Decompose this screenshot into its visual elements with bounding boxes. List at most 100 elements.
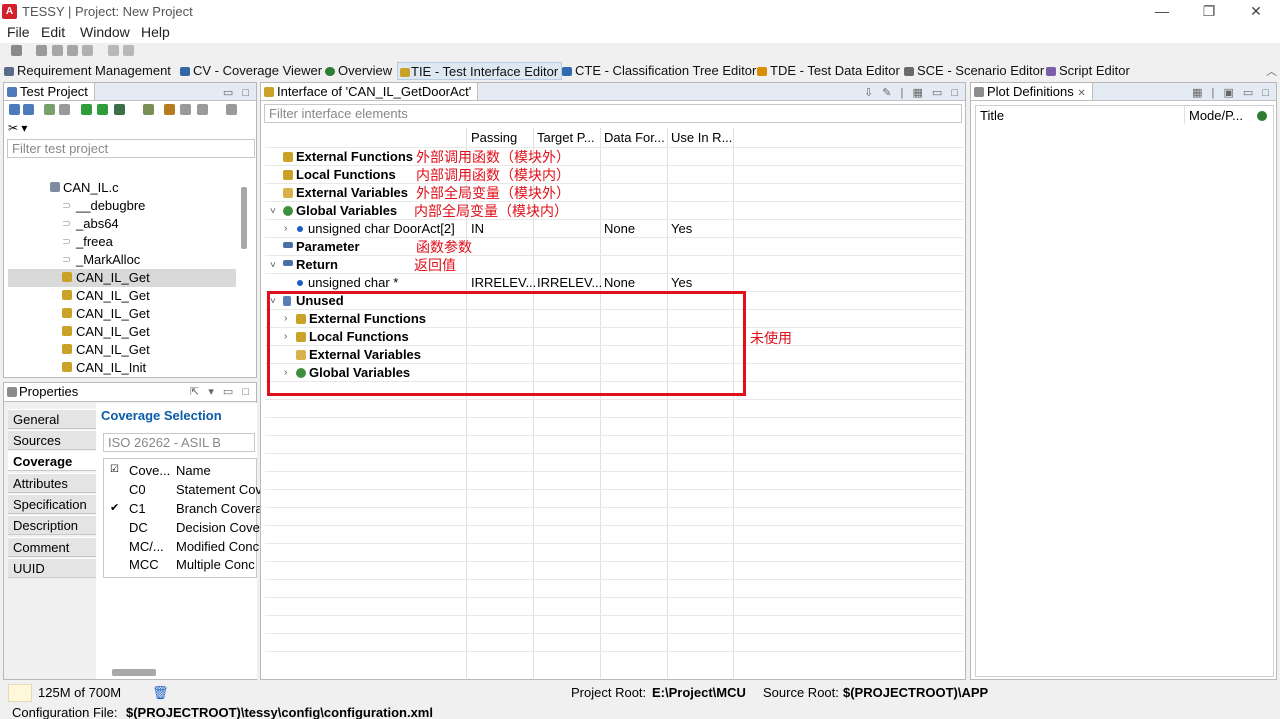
- tab-attributes[interactable]: Attributes: [8, 473, 96, 493]
- close-tab-icon[interactable]: ✕: [1077, 88, 1085, 99]
- perspective-scenario-editor[interactable]: SCE - Scenario Editor: [904, 62, 1044, 80]
- refresh-icon[interactable]: [59, 104, 70, 115]
- row-name: Decision Cove: [176, 520, 260, 535]
- perspective-requirement-management[interactable]: Requirement Management: [4, 62, 171, 80]
- tab-plot-definitions[interactable]: Plot Definitions ✕: [971, 83, 1093, 100]
- collapse-icon[interactable]: ˅: [270, 260, 276, 271]
- grid-line: [265, 165, 963, 166]
- tab-test-project[interactable]: Test Project: [4, 83, 95, 100]
- properties-panel: Properties ⇱ ▾ ▭ □ General Sources Cover…: [3, 382, 263, 680]
- copy-icon[interactable]: [52, 45, 63, 56]
- row-external-variables[interactable]: External Variables: [296, 185, 408, 200]
- column-target-passing[interactable]: Target P...: [537, 130, 595, 145]
- coverage-standard-select[interactable]: ISO 26262 - ASIL B: [103, 433, 255, 452]
- redo-icon[interactable]: [123, 45, 134, 56]
- row-door-act[interactable]: unsigned char DoorAct[2]: [308, 221, 455, 236]
- link-icon[interactable]: [226, 104, 237, 115]
- panel-controls-icon[interactable]: ⇩ ✎ | ▦ ▭ □: [864, 85, 961, 100]
- interface-filter-input[interactable]: Filter interface elements: [264, 104, 962, 123]
- annotation-external-functions: 外部调用函数（模块外）: [416, 149, 570, 165]
- grid-line: [265, 507, 963, 508]
- tab-description[interactable]: Description: [8, 515, 96, 535]
- perspective-test-interface-editor[interactable]: TIE - Test Interface Editor: [397, 62, 563, 80]
- grid-line: [265, 219, 963, 220]
- properties-hscrollbar[interactable]: [112, 669, 156, 676]
- column-passing[interactable]: Passing: [471, 130, 517, 145]
- row-return-value[interactable]: unsigned char *: [308, 275, 398, 290]
- collapse-icon[interactable]: ˅: [270, 206, 276, 217]
- delete-icon[interactable]: [82, 45, 93, 56]
- run-all-icon[interactable]: [97, 104, 108, 115]
- row-parameter[interactable]: Parameter: [296, 239, 360, 254]
- column-data-format[interactable]: Data For...: [604, 130, 665, 145]
- column-use-in-report[interactable]: Use In R...: [671, 130, 732, 145]
- tab-interface[interactable]: Interface of 'CAN_IL_GetDoorAct': [261, 83, 479, 100]
- print-icon[interactable]: [180, 104, 191, 115]
- cell-passing[interactable]: IN: [471, 221, 484, 236]
- row-local-functions[interactable]: Local Functions: [296, 167, 396, 182]
- panel-controls-icon[interactable]: ▦ | ▣ ▭ □: [1192, 85, 1272, 100]
- menu-bar: File Edit Window Help: [0, 23, 1280, 43]
- row-return[interactable]: Return: [296, 257, 338, 272]
- export-icon[interactable]: [23, 104, 34, 115]
- menu-window[interactable]: Window: [80, 24, 130, 40]
- tab-specification[interactable]: Specification: [8, 494, 96, 514]
- analyze-icon[interactable]: [44, 104, 55, 115]
- cell-passing[interactable]: IRRELEV...: [471, 275, 536, 290]
- row-check[interactable]: ✔: [110, 501, 119, 514]
- unresolved-function-icon: ⊃: [62, 200, 72, 212]
- tree-scrollbar[interactable]: [241, 187, 247, 249]
- column-mode[interactable]: Mode/P...: [1189, 108, 1243, 123]
- interface-icon: [264, 87, 274, 97]
- perspective-script-editor[interactable]: Script Editor: [1046, 62, 1130, 80]
- row-external-functions[interactable]: External Functions: [296, 149, 413, 164]
- menu-help[interactable]: Help: [141, 24, 170, 40]
- close-button[interactable]: ✕: [1241, 2, 1271, 20]
- doc-icon[interactable]: [197, 104, 208, 115]
- maximize-button[interactable]: ❐: [1194, 2, 1224, 20]
- tab-coverage[interactable]: Coverage: [8, 451, 96, 471]
- tab-sources[interactable]: Sources: [8, 430, 96, 450]
- run-icon[interactable]: [81, 104, 92, 115]
- cell-use-in-report[interactable]: Yes: [671, 221, 692, 236]
- tree-item-selected[interactable]: CAN_IL_Get: [8, 269, 236, 287]
- column-title[interactable]: Title: [980, 108, 1004, 123]
- perspective-classification-tree-editor[interactable]: CTE - Classification Tree Editor: [562, 62, 756, 80]
- coverage-run-icon[interactable]: [114, 104, 125, 115]
- import-icon[interactable]: [9, 104, 20, 115]
- minimize-button[interactable]: —: [1147, 2, 1177, 20]
- undo-icon[interactable]: [108, 45, 119, 56]
- menu-edit[interactable]: Edit: [41, 24, 65, 40]
- tab-uuid[interactable]: UUID: [8, 558, 96, 578]
- paste-icon[interactable]: [67, 45, 78, 56]
- test-project-filter-input[interactable]: Filter test project: [7, 139, 255, 158]
- plot-definitions-table: Title Mode/P...: [975, 105, 1274, 677]
- expand-icon[interactable]: ›: [284, 223, 287, 234]
- save-icon[interactable]: [11, 45, 22, 56]
- menu-file[interactable]: File: [7, 24, 30, 40]
- settings-icon[interactable]: [143, 104, 154, 115]
- perspective-coverage-viewer[interactable]: CV - Coverage Viewer: [180, 62, 322, 80]
- grid-line: [265, 615, 963, 616]
- garbage-collect-icon[interactable]: 🗑: [152, 685, 169, 701]
- cell-data-format[interactable]: None: [604, 275, 635, 290]
- function-icon: [62, 344, 72, 354]
- row-global-variables[interactable]: Global Variables: [296, 203, 397, 218]
- variable-icon: [297, 280, 303, 286]
- panel-controls-icon[interactable]: ▭ □: [223, 85, 252, 100]
- tool-menu-icon[interactable]: ✂ ▾: [8, 121, 27, 135]
- perspective-test-data-editor[interactable]: TDE - Test Data Editor: [757, 62, 900, 80]
- add-plot-icon[interactable]: [1257, 111, 1267, 121]
- cell-use-in-report[interactable]: Yes: [671, 275, 692, 290]
- perspective-overview[interactable]: Overview: [325, 62, 392, 80]
- tab-general[interactable]: General: [8, 409, 96, 429]
- tab-comment[interactable]: Comment: [8, 537, 96, 557]
- cell-target-passing[interactable]: IRRELEV...: [537, 275, 602, 290]
- new-icon[interactable]: [36, 45, 47, 56]
- panel-controls-icon[interactable]: ⇱ ▾ ▭ □: [190, 385, 252, 398]
- row-code: DC: [129, 520, 148, 535]
- scenario-icon: [904, 67, 914, 76]
- report-icon[interactable]: [164, 104, 175, 115]
- more-perspectives-icon[interactable]: ︿: [1266, 63, 1277, 79]
- cell-data-format[interactable]: None: [604, 221, 635, 236]
